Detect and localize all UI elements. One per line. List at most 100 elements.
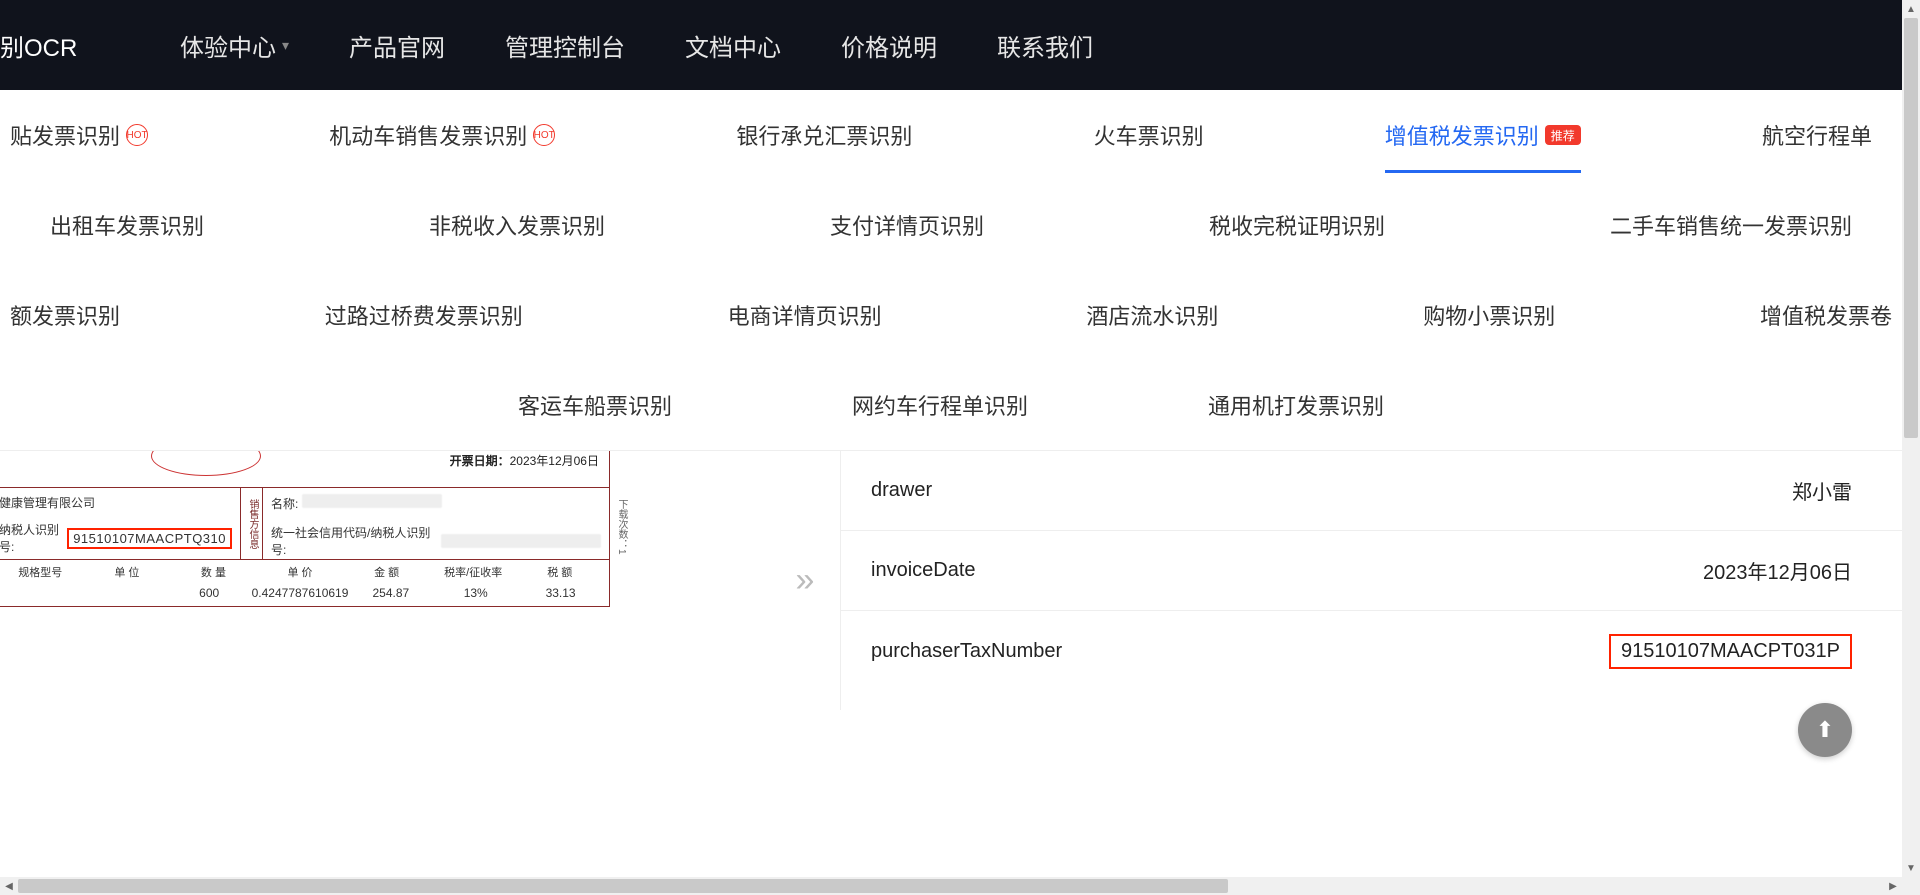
result-value: 郑小雷 <box>1291 476 1852 505</box>
result-row-drawer: drawer 郑小雷 <box>841 451 1902 531</box>
result-key: purchaserTaxNumber <box>871 640 1291 663</box>
col-tax: 税 额 <box>516 564 603 580</box>
tab-ridehailing-itinerary[interactable]: 网约车行程单识别 <box>842 389 1038 421</box>
col-spec: 规格型号 <box>0 564 84 580</box>
col-taxrate: 税率/征收率 <box>430 564 517 580</box>
tab-passenger-ticket[interactable]: 客运车船票识别 <box>508 389 682 421</box>
tab-label: 购物小票识别 <box>1423 299 1555 331</box>
tab-air-itinerary[interactable]: 航空行程单 <box>1752 119 1882 151</box>
scroll-thumb[interactable] <box>18 879 1228 893</box>
val-taxrate: 13% <box>433 586 518 600</box>
download-count-note: 下载次数：1 <box>614 499 629 555</box>
brand-logo-partial: 别OCR <box>0 28 100 63</box>
val-tax: 33.13 <box>518 586 603 600</box>
date-value: 2023年12月06日 <box>510 454 599 468</box>
nav-docs[interactable]: 文档中心 <box>685 28 781 63</box>
nav-label: 体验中心 <box>180 28 276 63</box>
tab-ecommerce-detail[interactable]: 电商详情页识别 <box>718 299 892 331</box>
ocr-result-panel: drawer 郑小雷 invoiceDate 2023年12月06日 purch… <box>840 451 1902 710</box>
tab-label: 过路过桥费发票识别 <box>325 299 523 331</box>
vertical-scrollbar[interactable]: ▲ ▼ <box>1902 0 1920 877</box>
nav-product-site[interactable]: 产品官网 <box>349 28 445 63</box>
chevron-down-icon: ▾ <box>282 37 289 54</box>
nav-pricing[interactable]: 价格说明 <box>841 28 937 63</box>
seller-name-label: 名称: <box>271 497 298 511</box>
seller-tax-label: 统一社会信用代码/纳税人识别号: <box>271 524 435 558</box>
tab-quota-invoice[interactable]: 额发票识别 <box>0 299 130 331</box>
horizontal-scrollbar[interactable]: ◀ ▶ <box>0 877 1902 895</box>
seller-tax-redacted <box>441 534 601 548</box>
tab-taxi-invoice[interactable]: 出租车发票识别 <box>40 209 214 241</box>
col-amount: 金 额 <box>343 564 430 580</box>
tab-payment-detail[interactable]: 支付详情页识别 <box>820 209 994 241</box>
scroll-down-button[interactable]: ▼ <box>1902 859 1920 877</box>
nav-console[interactable]: 管理控制台 <box>505 28 625 63</box>
val-spec <box>0 586 82 600</box>
hot-badge-icon: HOT <box>126 124 148 146</box>
tab-label: 机动车销售发票识别 <box>329 119 527 151</box>
invoice-column-headers: 规格型号 单 位 数 量 单 价 金 额 税率/征收率 税 额 <box>0 560 609 584</box>
scroll-track[interactable] <box>18 877 1884 895</box>
nav-label: 产品官网 <box>349 28 445 63</box>
tab-tiefapiao[interactable]: 贴发票识别 HOT <box>0 119 158 151</box>
scroll-left-button[interactable]: ◀ <box>0 877 18 895</box>
tab-usedcar-invoice[interactable]: 二手车销售统一发票识别 <box>1600 209 1862 241</box>
back-to-top-button[interactable]: ⬆ <box>1798 703 1852 757</box>
tab-nontax-income[interactable]: 非税收入发票识别 <box>419 209 615 241</box>
tab-hotel-folio[interactable]: 酒店流水识别 <box>1076 299 1228 331</box>
invoice-preview-panel: 广西壮族自治区税务局 开票日期：2023年12月06日 健康管理有限公司 纳税人… <box>0 451 770 710</box>
tab-label: 增值税发票识别 <box>1385 119 1539 151</box>
seller-block-header: 销售方信息 <box>241 488 263 559</box>
nav-label: 联系我们 <box>997 28 1093 63</box>
invoice-values-row: 600 0.4247787610619 254.87 13% 33.13 <box>0 584 609 606</box>
nav-contact[interactable]: 联系我们 <box>997 28 1093 63</box>
result-key: invoiceDate <box>871 559 1291 582</box>
scroll-up-button[interactable]: ▲ <box>1902 0 1920 18</box>
tab-motor-vehicle-invoice[interactable]: 机动车销售发票识别 HOT <box>319 119 565 151</box>
val-price: 0.4247787610619 <box>252 586 349 600</box>
nav-label: 文档中心 <box>685 28 781 63</box>
tab-label: 火车票识别 <box>1094 119 1204 151</box>
tab-label: 客运车船票识别 <box>518 389 672 421</box>
result-value-highlight: 91510107MAACPT031P <box>1609 634 1852 669</box>
val-amount: 254.87 <box>348 586 433 600</box>
result-row-purchaser-tax: purchaserTaxNumber 91510107MAACPT031P <box>841 611 1902 691</box>
ocr-type-tabs: 贴发票识别 HOT 机动车销售发票识别 HOT 银行承兑汇票识别 火车票识别 增… <box>0 90 1902 450</box>
col-unit: 单 位 <box>84 564 171 580</box>
tab-toll-invoice[interactable]: 过路过桥费发票识别 <box>315 299 533 331</box>
tab-label: 网约车行程单识别 <box>852 389 1028 421</box>
result-value: 2023年12月06日 <box>1291 556 1852 585</box>
tab-train-ticket[interactable]: 火车票识别 <box>1084 119 1214 151</box>
tab-bank-acceptance[interactable]: 银行承兑汇票识别 <box>726 119 922 151</box>
tab-general-machine-invoice[interactable]: 通用机打发票识别 <box>1198 389 1394 421</box>
purchaser-company: 健康管理有限公司 <box>0 494 232 511</box>
tab-shopping-receipt[interactable]: 购物小票识别 <box>1413 299 1565 331</box>
tab-label: 出租车发票识别 <box>50 209 204 241</box>
scrollbar-corner <box>1902 877 1920 895</box>
arrow-up-icon: ⬆ <box>1816 717 1834 743</box>
date-label: 开票日期： <box>450 454 510 468</box>
tab-label: 电商详情页识别 <box>728 299 882 331</box>
nav-label: 价格说明 <box>841 28 937 63</box>
tab-label: 酒店流水识别 <box>1086 299 1218 331</box>
tab-label: 支付详情页识别 <box>830 209 984 241</box>
top-navbar: 别OCR 体验中心 ▾ 产品官网 管理控制台 文档中心 价格说明 联系我们 <box>0 0 1902 90</box>
col-qty: 数 量 <box>170 564 257 580</box>
val-qty: 600 <box>167 586 252 600</box>
tab-tax-payment-cert[interactable]: 税收完税证明识别 <box>1199 209 1395 241</box>
scroll-right-button[interactable]: ▶ <box>1884 877 1902 895</box>
tab-vat-roll[interactable]: 增值税发票卷 <box>1750 299 1902 331</box>
val-unit <box>82 586 167 600</box>
scroll-track[interactable] <box>1902 18 1920 859</box>
nav-items: 体验中心 ▾ 产品官网 管理控制台 文档中心 价格说明 联系我们 <box>180 28 1093 63</box>
tab-label: 增值税发票卷 <box>1760 299 1892 331</box>
demo-content: 广西壮族自治区税务局 开票日期：2023年12月06日 健康管理有限公司 纳税人… <box>0 450 1902 710</box>
scroll-thumb[interactable] <box>1904 18 1918 438</box>
col-price: 单 价 <box>257 564 344 580</box>
invoice-issue-date: 开票日期：2023年12月06日 <box>450 452 599 469</box>
tab-label: 非税收入发票识别 <box>429 209 605 241</box>
nav-experience-center[interactable]: 体验中心 ▾ <box>180 28 289 63</box>
tab-label: 通用机打发票识别 <box>1208 389 1384 421</box>
tab-label: 航空行程单 <box>1762 119 1872 151</box>
tab-vat-invoice[interactable]: 增值税发票识别 推荐 <box>1375 119 1591 151</box>
